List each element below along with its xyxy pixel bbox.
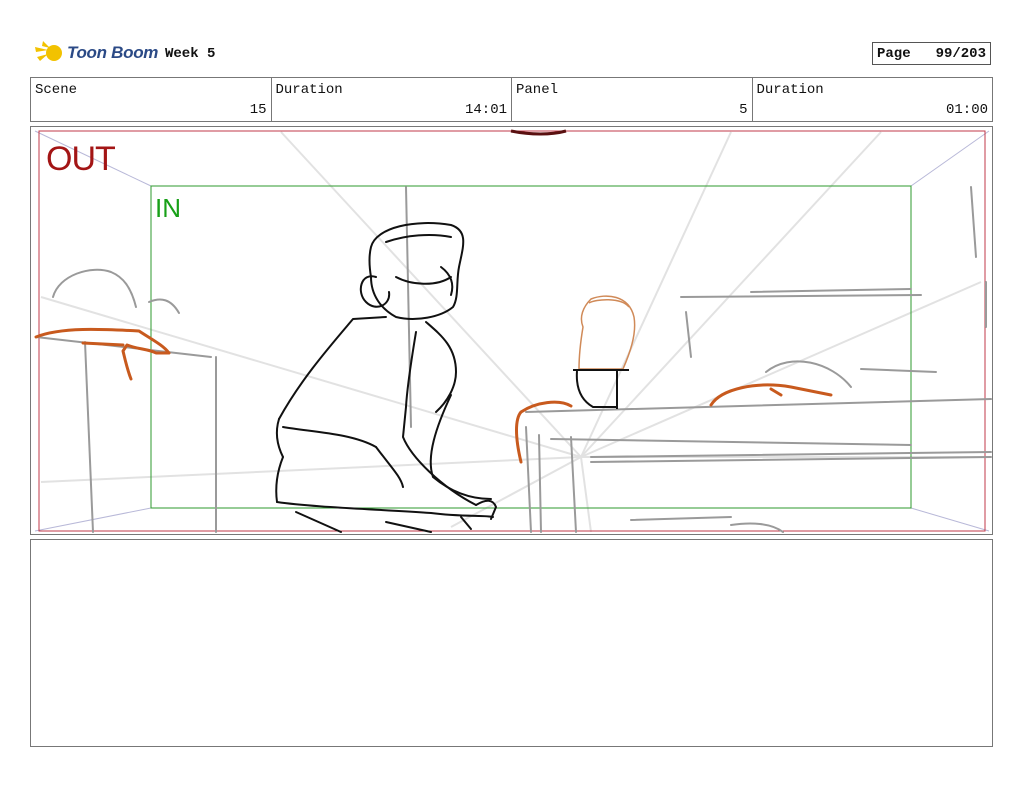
page-value: 99/203 bbox=[935, 45, 986, 62]
vase-pot bbox=[573, 369, 629, 409]
panel-duration-label: Duration bbox=[756, 82, 824, 98]
scene-label: Scene bbox=[35, 82, 78, 98]
panel-sketch bbox=[34, 129, 992, 533]
panel-label: Panel bbox=[516, 82, 559, 98]
perspective-guides bbox=[40, 131, 991, 533]
panel-duration-cell: Duration 01:00 bbox=[753, 78, 993, 121]
scene-value: 15 bbox=[249, 102, 267, 118]
in-frame-label: IN bbox=[155, 193, 181, 223]
scene-cell: Scene 15 bbox=[31, 78, 272, 121]
scene-duration-value: 14:01 bbox=[464, 102, 507, 118]
page-label: Page bbox=[877, 45, 911, 62]
panel-duration-value: 01:00 bbox=[945, 102, 988, 118]
page-counter: Page 99/203 bbox=[872, 42, 991, 65]
character-sketch bbox=[275, 222, 497, 533]
panel-cell: Panel 5 bbox=[512, 78, 753, 121]
panel-value: 5 bbox=[739, 102, 748, 118]
background-sketch bbox=[35, 186, 992, 533]
storyboard-title: Week 5 bbox=[165, 46, 216, 62]
out-frame-label: OUT bbox=[46, 140, 116, 178]
sun-icon bbox=[35, 41, 62, 61]
scene-duration-cell: Duration 14:01 bbox=[272, 78, 512, 121]
storyboard-panel: OUT IN bbox=[30, 126, 993, 535]
panel-info-row: Scene 15 Duration 14:01 Panel 5 Duration… bbox=[30, 77, 993, 122]
brand-name: Toon Boom bbox=[67, 43, 159, 62]
out-safe-frame bbox=[38, 130, 986, 532]
panel-notes-box bbox=[30, 539, 993, 747]
room-box bbox=[34, 130, 990, 532]
toon-boom-logo: Toon Boom bbox=[33, 38, 158, 68]
scene-duration-label: Duration bbox=[275, 82, 343, 98]
